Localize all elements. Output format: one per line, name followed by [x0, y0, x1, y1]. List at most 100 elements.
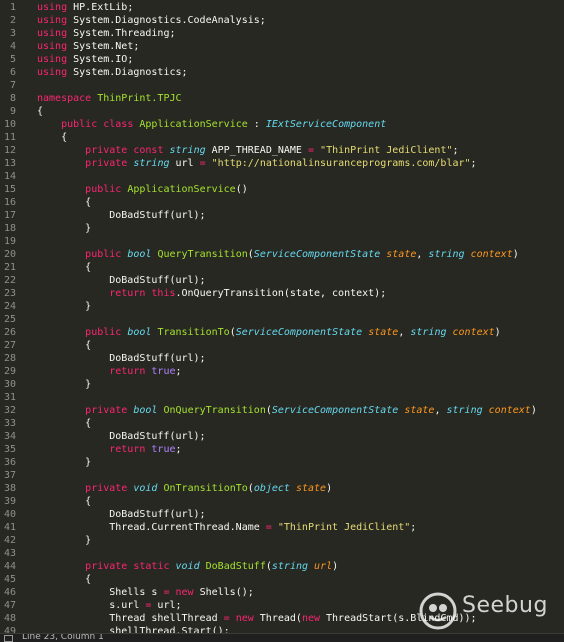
code-token: ServiceComponentState	[271, 405, 399, 416]
code-line[interactable]: 6 using System.Diagnostics;	[0, 66, 564, 79]
code-line[interactable]: 19	[0, 235, 564, 248]
code-line[interactable]: 7	[0, 79, 564, 92]
code-line[interactable]: 43	[0, 547, 564, 560]
line-number: 29	[3, 366, 16, 377]
code-line[interactable]: 4 using System.Net;	[0, 40, 564, 53]
code-line[interactable]: 27 {	[0, 339, 564, 352]
code-text: {	[37, 495, 91, 508]
line-number: 15	[3, 184, 16, 195]
code-text: namespace ThinPrint.TPJC	[37, 92, 182, 105]
code-token: string	[446, 405, 483, 416]
code-token: public	[61, 119, 98, 130]
code-line[interactable]: 35 return true;	[0, 443, 564, 456]
watermark-text: Seebug	[462, 593, 548, 618]
code-text: private bool OnQueryTransition(ServiceCo…	[37, 404, 537, 417]
code-line[interactable]: 33 {	[0, 417, 564, 430]
code-token: IExtServiceComponent	[265, 119, 387, 130]
code-text: public class ApplicationService : IExtSe…	[37, 118, 386, 131]
code-token: ;	[410, 522, 417, 533]
code-token: )	[326, 483, 333, 494]
code-line[interactable]: 28 DoBadStuff(url);	[0, 352, 564, 365]
code-token: string	[133, 158, 170, 169]
code-text: DoBadStuff(url);	[37, 430, 205, 443]
code-line[interactable]: 18 }	[0, 222, 564, 235]
code-line[interactable]: 15 public ApplicationService()	[0, 183, 564, 196]
code-token: DoBadStuff(url);	[37, 509, 206, 520]
code-line[interactable]: 11 {	[0, 131, 564, 144]
code-token: ;	[470, 158, 477, 169]
code-text: using System.Net;	[37, 40, 139, 53]
line-number: 49	[3, 626, 16, 633]
code-line[interactable]: 42 }	[0, 534, 564, 547]
code-line[interactable]: 44 private static void DoBadStuff(string…	[0, 560, 564, 573]
code-line[interactable]: 38 private void OnTransitionTo(object st…	[0, 482, 564, 495]
code-token: }	[37, 379, 92, 390]
code-token: using	[37, 67, 68, 78]
code-token: ApplicationService	[127, 184, 236, 195]
code-token: HP.ExtLib;	[67, 2, 134, 13]
code-line[interactable]: 26 public bool TransitionTo(ServiceCompo…	[0, 326, 564, 339]
code-line[interactable]: 8 namespace ThinPrint.TPJC	[0, 92, 564, 105]
code-line[interactable]: 25	[0, 313, 564, 326]
code-line[interactable]: 29 return true;	[0, 365, 564, 378]
code-line[interactable]: 34 DoBadStuff(url);	[0, 430, 564, 443]
code-line[interactable]: 3 using System.Threading;	[0, 27, 564, 40]
code-text: DoBadStuff(url);	[37, 508, 206, 521]
code-line[interactable]: 9{	[0, 105, 564, 118]
code-line[interactable]: 39 {	[0, 495, 564, 508]
code-text: using System.Diagnostics;	[37, 66, 188, 79]
code-token: using	[37, 41, 68, 52]
code-token: true	[151, 444, 176, 455]
code-line[interactable]: 2 using System.Diagnostics.CodeAnalysis;	[0, 14, 564, 27]
code-token: APP_THREAD_NAME	[205, 145, 308, 156]
code-text: Thread.CurrentThread.Name = "ThinPrint J…	[37, 521, 416, 534]
code-token: string	[169, 145, 206, 156]
code-line[interactable]: 23 return this.OnQueryTransition(state, …	[0, 287, 564, 300]
code-token: bool	[133, 405, 158, 416]
code-line[interactable]: 20 public bool QueryTransition(ServiceCo…	[0, 248, 564, 261]
line-number: 6	[9, 67, 16, 78]
code-token: private	[85, 405, 128, 416]
code-token: {	[37, 574, 92, 585]
line-number: 46	[3, 587, 16, 598]
code-token: shellThread.Start();	[37, 626, 230, 633]
line-number: 3	[9, 28, 16, 39]
code-line[interactable]: 12 private const string APP_THREAD_NAME …	[0, 144, 564, 157]
code-token: {	[37, 496, 92, 507]
code-line[interactable]: 40 DoBadStuff(url);	[0, 508, 564, 521]
code-token: bool	[127, 327, 152, 338]
code-text: return true;	[37, 365, 181, 378]
line-number: 48	[3, 613, 16, 624]
code-text: {	[37, 131, 67, 144]
code-editor[interactable]: 1 using HP.ExtLib; 2 using System.Diagnosti…	[0, 0, 564, 633]
code-text: }	[37, 222, 91, 235]
code-token: public	[85, 249, 122, 260]
code-line[interactable]: 21 {	[0, 261, 564, 274]
code-line[interactable]: 30 }	[0, 378, 564, 391]
code-line[interactable]: 41 Thread.CurrentThread.Name = "ThinPrin…	[0, 521, 564, 534]
line-number: 39	[3, 496, 16, 507]
code-line[interactable]: 31	[0, 391, 564, 404]
code-line[interactable]: 22 DoBadStuff(url);	[0, 274, 564, 287]
code-token: System.Diagnostics.CodeAnalysis;	[67, 15, 266, 26]
code-token: "ThinPrint JediClient"	[277, 522, 411, 533]
code-text: {	[37, 339, 91, 352]
code-line[interactable]: 10 public class ApplicationService : IEx…	[0, 118, 564, 131]
code-line[interactable]: 36 }	[0, 456, 564, 469]
code-line[interactable]: 37	[0, 469, 564, 482]
code-line[interactable]: 13 private string url = "http://national…	[0, 157, 564, 170]
code-line[interactable]: 16 {	[0, 196, 564, 209]
code-line[interactable]: 14	[0, 170, 564, 183]
line-number: 7	[9, 80, 16, 91]
code-text: }	[37, 456, 91, 469]
line-number: 25	[3, 314, 16, 325]
code-line[interactable]: 5 using System.IO;	[0, 53, 564, 66]
code-line[interactable]: 17 DoBadStuff(url);	[0, 209, 564, 222]
code-line[interactable]: 45 {	[0, 573, 564, 586]
code-line[interactable]: 32 private bool OnQueryTransition(Servic…	[0, 404, 564, 417]
code-line[interactable]: 1 using HP.ExtLib;	[0, 1, 564, 14]
code-token: {	[37, 197, 92, 208]
code-line[interactable]: 24 }	[0, 300, 564, 313]
